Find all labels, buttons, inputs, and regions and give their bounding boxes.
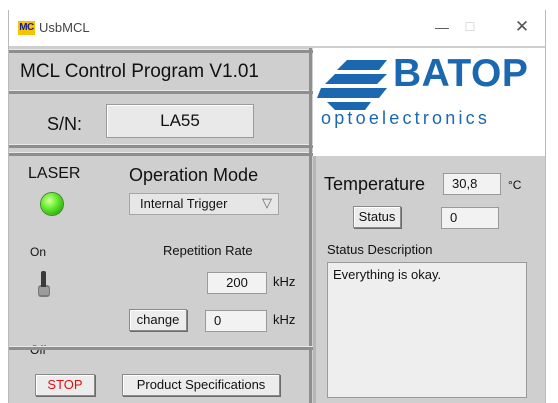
minimize-button[interactable]: — <box>427 16 457 38</box>
temperature-unit: °C <box>508 178 522 192</box>
temperature-label: Temperature <box>324 174 426 194</box>
repetition-unit: kHz <box>273 274 296 289</box>
logo-name: BATOP <box>393 52 529 95</box>
operation-mode-value: Internal Trigger <box>140 196 228 211</box>
status-description-label: Status Description <box>327 242 433 257</box>
serial-number-display: LA55 <box>106 104 254 138</box>
stop-button[interactable]: STOP <box>35 374 95 396</box>
switch-on-label: On <box>30 245 47 259</box>
operation-mode-select[interactable]: Internal Trigger ▽ <box>129 193 279 215</box>
change-unit: kHz <box>273 312 296 327</box>
app-icon: MC <box>18 21 35 35</box>
window-title: UsbMCL <box>39 20 90 35</box>
logo-stripes-icon <box>317 60 387 110</box>
divider <box>9 346 313 350</box>
laser-indicator-led <box>41 193 63 215</box>
dropdown-arrow-icon: ▽ <box>262 195 272 210</box>
repetition-rate-label: Repetition Rate <box>163 243 253 258</box>
status-code-display: 0 <box>441 207 499 229</box>
logo-tagline: optoelectronics <box>321 108 491 128</box>
title-bar: MC UsbMCL — ☐ ✕ <box>9 10 545 46</box>
divider <box>9 90 313 94</box>
change-button[interactable]: change <box>129 309 187 331</box>
status-button[interactable]: Status <box>353 206 401 228</box>
product-specifications-button[interactable]: Product Specifications <box>122 374 280 396</box>
status-description-text: Everything is okay. <box>327 262 527 398</box>
sn-label: S/N: <box>47 114 83 134</box>
app-window: MC UsbMCL — ☐ ✕ MCL Control Program V1.0… <box>8 10 546 403</box>
temperature-display: 30,8 <box>443 173 501 195</box>
repetition-rate-display: 200 <box>207 272 267 294</box>
laser-label: LASER <box>28 165 81 182</box>
divider <box>9 49 313 53</box>
change-rate-input[interactable]: 0 <box>205 310 267 332</box>
program-title: MCL Control Program V1.01 <box>20 61 260 82</box>
divider <box>9 144 313 148</box>
batop-logo: BATOP optoelectronics <box>313 48 545 156</box>
operation-mode-label: Operation Mode <box>129 165 259 185</box>
close-button[interactable]: ✕ <box>507 16 537 38</box>
laser-toggle-switch[interactable] <box>33 267 53 299</box>
maximize-button[interactable]: ☐ <box>455 16 485 38</box>
